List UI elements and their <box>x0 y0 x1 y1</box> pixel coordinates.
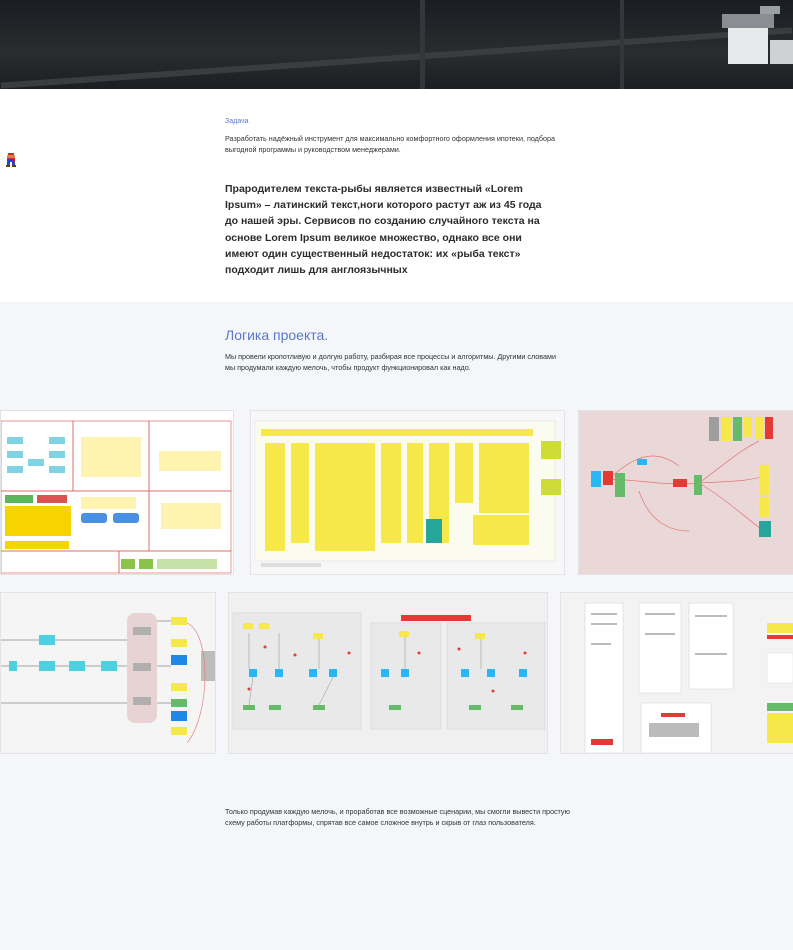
hero-road <box>0 27 793 89</box>
wireframes-thumbnail[interactable] <box>560 592 793 754</box>
yellow-notes-board-thumbnail[interactable] <box>250 410 565 575</box>
quote-text: Прародителем текста-рыбы является извест… <box>225 183 542 277</box>
hero-building <box>760 6 780 14</box>
logic-title: Логика проекта. <box>225 327 329 343</box>
logic-description: Мы провели кропотливую и долгую работу, … <box>225 352 556 372</box>
hero-building <box>728 24 768 64</box>
hero-road <box>420 0 425 89</box>
closing-text: Только продумав каждую мелочь, и прорабо… <box>225 807 570 828</box>
task-description: Разработать надёжный инструмент для макс… <box>225 134 555 154</box>
algorithm-diagram-thumbnail[interactable] <box>228 592 548 754</box>
process-flow-thumbnail[interactable] <box>0 592 216 754</box>
flowchart-grid-thumbnail[interactable] <box>0 410 234 575</box>
hero-road <box>620 0 624 89</box>
task-label: Задача <box>225 118 249 125</box>
hero-roof <box>722 14 774 28</box>
hero-building <box>770 40 793 64</box>
mindmap-pink-thumbnail[interactable] <box>578 410 793 575</box>
mario-pixel-icon <box>6 153 16 167</box>
hero-image <box>0 0 793 89</box>
